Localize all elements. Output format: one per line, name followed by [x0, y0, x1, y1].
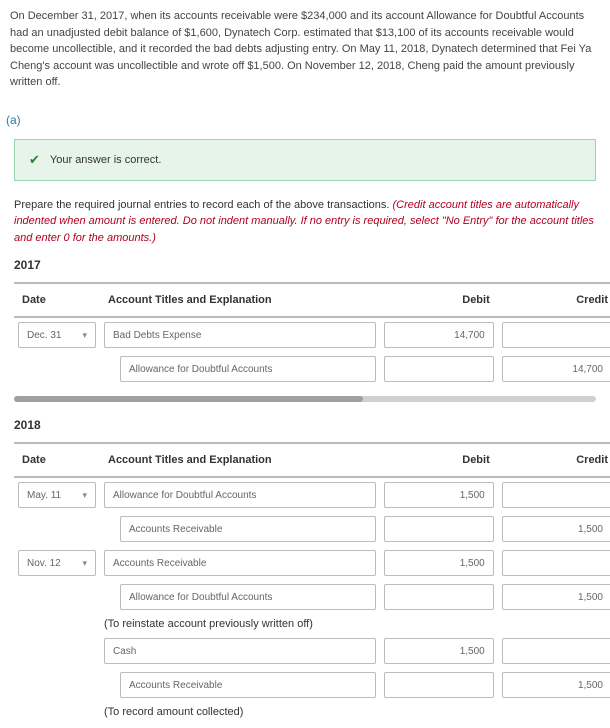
note-row: (To reinstate account previously written…: [14, 614, 610, 634]
col-debit-header: Debit: [380, 442, 498, 478]
table-row: Allowance for Doubtful Accounts 1,500: [14, 580, 610, 614]
chevron-down-icon: ▾: [82, 330, 87, 341]
table-header-row: Date Account Titles and Explanation Debi…: [14, 442, 610, 478]
problem-text: On December 31, 2017, when its accounts …: [10, 10, 591, 88]
debit-input[interactable]: 1,500: [384, 638, 494, 664]
correct-message: Your answer is correct.: [50, 154, 161, 166]
table-row: Cash 1,500: [14, 634, 610, 668]
credit-input[interactable]: 1,500: [502, 584, 610, 610]
table-row: Allowance for Doubtful Accounts 14,700: [14, 352, 610, 386]
col-acct-header: Account Titles and Explanation: [100, 282, 380, 318]
journal-2018: Date Account Titles and Explanation Debi…: [14, 442, 610, 722]
date-value: Nov. 12: [27, 558, 61, 569]
year-2017-label: 2017: [0, 246, 610, 278]
entry-note: (To record amount collected): [100, 702, 610, 722]
check-icon: ✔: [29, 152, 40, 168]
date-value: May. 11: [27, 490, 61, 501]
col-credit-header: Credit: [498, 282, 610, 318]
debit-input[interactable]: 1,500: [384, 550, 494, 576]
chevron-down-icon: ▾: [82, 558, 87, 569]
journal-2017: Date Account Titles and Explanation Debi…: [14, 282, 610, 386]
account-input[interactable]: Accounts Receivable: [120, 672, 376, 698]
date-select[interactable]: May. 11 ▾: [18, 482, 96, 508]
account-input[interactable]: Bad Debts Expense: [104, 322, 376, 348]
date-select[interactable]: Dec. 31 ▾: [18, 322, 96, 348]
problem-statement: On December 31, 2017, when its accounts …: [0, 0, 610, 99]
col-debit-header: Debit: [380, 282, 498, 318]
debit-input[interactable]: 14,700: [384, 322, 494, 348]
year-2018-label: 2018: [0, 406, 610, 438]
account-input[interactable]: Accounts Receivable: [104, 550, 376, 576]
account-input[interactable]: Cash: [104, 638, 376, 664]
credit-input[interactable]: [502, 482, 610, 508]
instructions-main: Prepare the required journal entries to …: [14, 199, 393, 211]
date-value: Dec. 31: [27, 330, 61, 341]
instructions: Prepare the required journal entries to …: [0, 197, 610, 247]
debit-input[interactable]: [384, 672, 494, 698]
credit-input[interactable]: 14,700: [502, 356, 610, 382]
debit-input[interactable]: [384, 516, 494, 542]
col-acct-header: Account Titles and Explanation: [100, 442, 380, 478]
col-date-header: Date: [14, 282, 100, 318]
table-row: Dec. 31 ▾ Bad Debts Expense 14,700: [14, 318, 610, 352]
correct-banner: ✔ Your answer is correct.: [14, 139, 596, 181]
account-input[interactable]: Accounts Receivable: [120, 516, 376, 542]
note-row: (To record amount collected): [14, 702, 610, 722]
table-row: Accounts Receivable 1,500: [14, 512, 610, 546]
debit-input[interactable]: [384, 356, 494, 382]
table-row: May. 11 ▾ Allowance for Doubtful Accounts…: [14, 478, 610, 512]
account-input[interactable]: Allowance for Doubtful Accounts: [120, 356, 376, 382]
table-header-row: Date Account Titles and Explanation Debi…: [14, 282, 610, 318]
debit-input[interactable]: [384, 584, 494, 610]
debit-input[interactable]: 1,500: [384, 482, 494, 508]
entry-note: (To reinstate account previously written…: [100, 614, 610, 634]
account-input[interactable]: Allowance for Doubtful Accounts: [104, 482, 376, 508]
account-input[interactable]: Allowance for Doubtful Accounts: [120, 584, 376, 610]
credit-input[interactable]: 1,500: [502, 516, 610, 542]
part-label: (a): [6, 113, 610, 127]
horizontal-scrollbar[interactable]: [14, 396, 596, 402]
credit-input[interactable]: [502, 638, 610, 664]
chevron-down-icon: ▾: [82, 490, 87, 501]
credit-input[interactable]: [502, 550, 610, 576]
table-row: Nov. 12 ▾ Accounts Receivable 1,500: [14, 546, 610, 580]
col-credit-header: Credit: [498, 442, 610, 478]
credit-input[interactable]: 1,500: [502, 672, 610, 698]
credit-input[interactable]: [502, 322, 610, 348]
col-date-header: Date: [14, 442, 100, 478]
table-row: Accounts Receivable 1,500: [14, 668, 610, 702]
date-select[interactable]: Nov. 12 ▾: [18, 550, 96, 576]
